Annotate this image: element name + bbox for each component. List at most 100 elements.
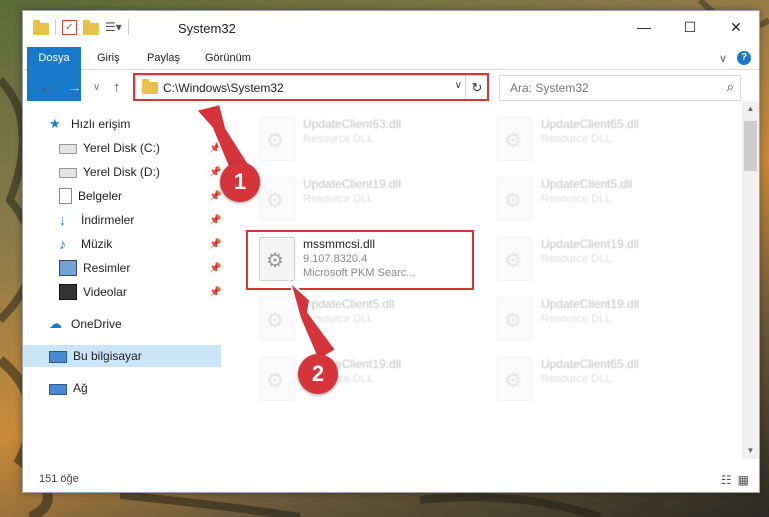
file-explorer-window: ✓ ☰▾ System32 — ☐ ✕ Dosya Giriş Paylaş G… [22, 10, 760, 493]
list-item[interactable]: UpdateClient65.dll Resource DLL [491, 351, 711, 405]
drive-icon [59, 168, 77, 178]
folder-icon [33, 19, 49, 35]
minimize-button[interactable]: — [621, 11, 667, 43]
search-box[interactable]: Ara: System32 ⌕ [499, 75, 741, 101]
file-description: Resource DLL [541, 373, 612, 385]
list-item[interactable]: UpdateClient5.dll Resource DLL [253, 291, 473, 345]
computer-icon [49, 350, 67, 363]
recent-locations-button[interactable]: ∨ [93, 82, 100, 93]
sidebar-item-label: Hızlı erişim [71, 117, 131, 131]
pin-icon: 📌 [209, 143, 222, 154]
list-item[interactable]: UpdateClient5.dll Resource DLL [491, 171, 711, 225]
search-input[interactable]: Ara: System32 [510, 81, 589, 95]
forward-button[interactable]: → [67, 79, 82, 96]
address-highlight-box [133, 73, 489, 101]
large-icons-view-icon[interactable]: ▦ [738, 473, 749, 487]
sidebar-item-label: İndirmeler [81, 213, 135, 227]
cloud-icon: ☁ [49, 316, 62, 331]
view-switcher: ☷ ▦ [721, 473, 749, 487]
maximize-button[interactable]: ☐ [667, 11, 713, 43]
list-item[interactable]: UpdateClient19.dll Resource DLL [491, 291, 711, 345]
file-description: Resource DLL [541, 133, 612, 145]
scroll-down-icon[interactable]: ▼ [742, 443, 759, 459]
file-highlight-box [246, 230, 474, 290]
window-controls: — ☐ ✕ [621, 11, 759, 43]
network-icon [49, 383, 67, 395]
sidebar-item-label: OneDrive [71, 317, 122, 331]
divider [55, 19, 56, 35]
file-name: UpdateClient65.dll [541, 117, 640, 131]
properties-icon[interactable]: ✓ [62, 19, 77, 35]
dll-file-icon [497, 117, 533, 161]
file-name: UpdateClient5.dll [303, 297, 395, 311]
sidebar-item-downloads[interactable]: ↓ İndirmeler [59, 209, 134, 231]
dll-file-icon [497, 297, 533, 341]
sidebar-item-label: Yerel Disk (C:) [83, 141, 160, 155]
search-icon: ⌕ [726, 79, 734, 94]
up-button[interactable]: ↑ [113, 79, 121, 96]
sidebar-item-label: Müzik [81, 237, 113, 251]
window-title: System32 [178, 21, 236, 36]
videos-icon [59, 284, 77, 300]
scrollbar-thumb[interactable] [744, 121, 757, 171]
ribbon-tabs: Dosya Giriş Paylaş Görünüm [23, 47, 759, 101]
pin-icon: 📌 [209, 215, 222, 226]
sidebar-item-onedrive[interactable]: ☁ OneDrive [49, 313, 122, 335]
title-bar: ✓ ☰▾ System32 — ☐ ✕ [23, 11, 759, 47]
pin-icon: 📌 [209, 287, 222, 298]
tab-share[interactable]: Paylaş [147, 47, 180, 69]
file-name: UpdateClient19.dll [303, 177, 402, 191]
sidebar-item-music[interactable]: ♪ Müzik [59, 233, 112, 255]
close-button[interactable]: ✕ [713, 11, 759, 43]
tab-view[interactable]: Görünüm [205, 47, 251, 69]
sidebar-item-label: Videolar [83, 285, 127, 299]
tab-home[interactable]: Giriş [97, 47, 120, 69]
navigation-pane: ★ Hızlı erişim Yerel Disk (C:) Yerel Dis… [23, 109, 221, 469]
dll-file-icon [259, 297, 295, 341]
ribbon-right-controls: ∨ ? [719, 51, 751, 65]
sidebar-item-label: Bu bilgisayar [73, 349, 142, 363]
list-item[interactable]: UpdateClient19.dll Resource DLL [253, 171, 473, 225]
sidebar-item-label: Belgeler [78, 189, 123, 203]
file-name: UpdateClient19.dll [541, 237, 640, 251]
list-item[interactable]: UpdateClient19.dll Resource DLL [253, 351, 473, 405]
list-item[interactable]: UpdateClient63.dll Resource DLL [253, 111, 473, 165]
sidebar-item-videos[interactable]: Videolar [59, 281, 127, 303]
scroll-up-icon[interactable]: ▲ [742, 101, 759, 117]
sidebar-item-quick-access[interactable]: ★ Hızlı erişim [49, 113, 130, 135]
dll-file-icon [497, 177, 533, 221]
pin-icon: 📌 [209, 239, 222, 250]
customize-toolbar-icon[interactable]: ☰▾ [105, 20, 122, 34]
sidebar-item-documents[interactable]: Belgeler [59, 185, 122, 207]
dll-file-icon [259, 357, 295, 401]
vertical-scrollbar[interactable]: ▲ ▼ [742, 101, 759, 459]
file-name: UpdateClient63.dll [303, 117, 402, 131]
dll-file-icon [497, 237, 533, 281]
sidebar-item-local-disk-d[interactable]: Yerel Disk (D:) [59, 161, 160, 183]
file-name: UpdateClient19.dll [541, 297, 640, 311]
sidebar-item-label: Resimler [83, 261, 131, 275]
sidebar-item-label: Yerel Disk (D:) [83, 165, 160, 179]
new-folder-icon[interactable] [83, 19, 99, 35]
file-description: Resource DLL [303, 313, 374, 325]
file-description: Resource DLL [303, 193, 374, 205]
sidebar-item-pictures[interactable]: Resimler [59, 257, 130, 279]
music-icon: ♪ [59, 236, 66, 252]
list-item[interactable]: UpdateClient65.dll Resource DLL [491, 111, 711, 165]
callout-badge-2: 2 [298, 354, 338, 394]
help-icon[interactable]: ? [737, 51, 751, 65]
navigation-bar: ← → ∨ ↑ C:\Windows\System32 ∨ ↻ Ara: Sys… [23, 73, 759, 101]
file-description: Resource DLL [541, 253, 612, 265]
details-view-icon[interactable]: ☷ [721, 473, 732, 487]
sidebar-item-this-pc[interactable]: Bu bilgisayar [23, 345, 221, 367]
ribbon-expand-icon[interactable]: ∨ [719, 52, 727, 65]
sidebar-item-local-disk-c[interactable]: Yerel Disk (C:) [59, 137, 160, 159]
pin-icon: 📌 [209, 263, 222, 274]
sidebar-item-network[interactable]: Ağ [49, 377, 88, 399]
file-name: UpdateClient5.dll [541, 177, 633, 191]
list-item[interactable]: UpdateClient19.dll Resource DLL [491, 231, 711, 285]
callout-badge-1: 1 [220, 162, 260, 202]
download-icon: ↓ [59, 212, 66, 228]
sidebar-item-label: Ağ [73, 381, 88, 395]
back-button[interactable]: ← [39, 79, 54, 96]
